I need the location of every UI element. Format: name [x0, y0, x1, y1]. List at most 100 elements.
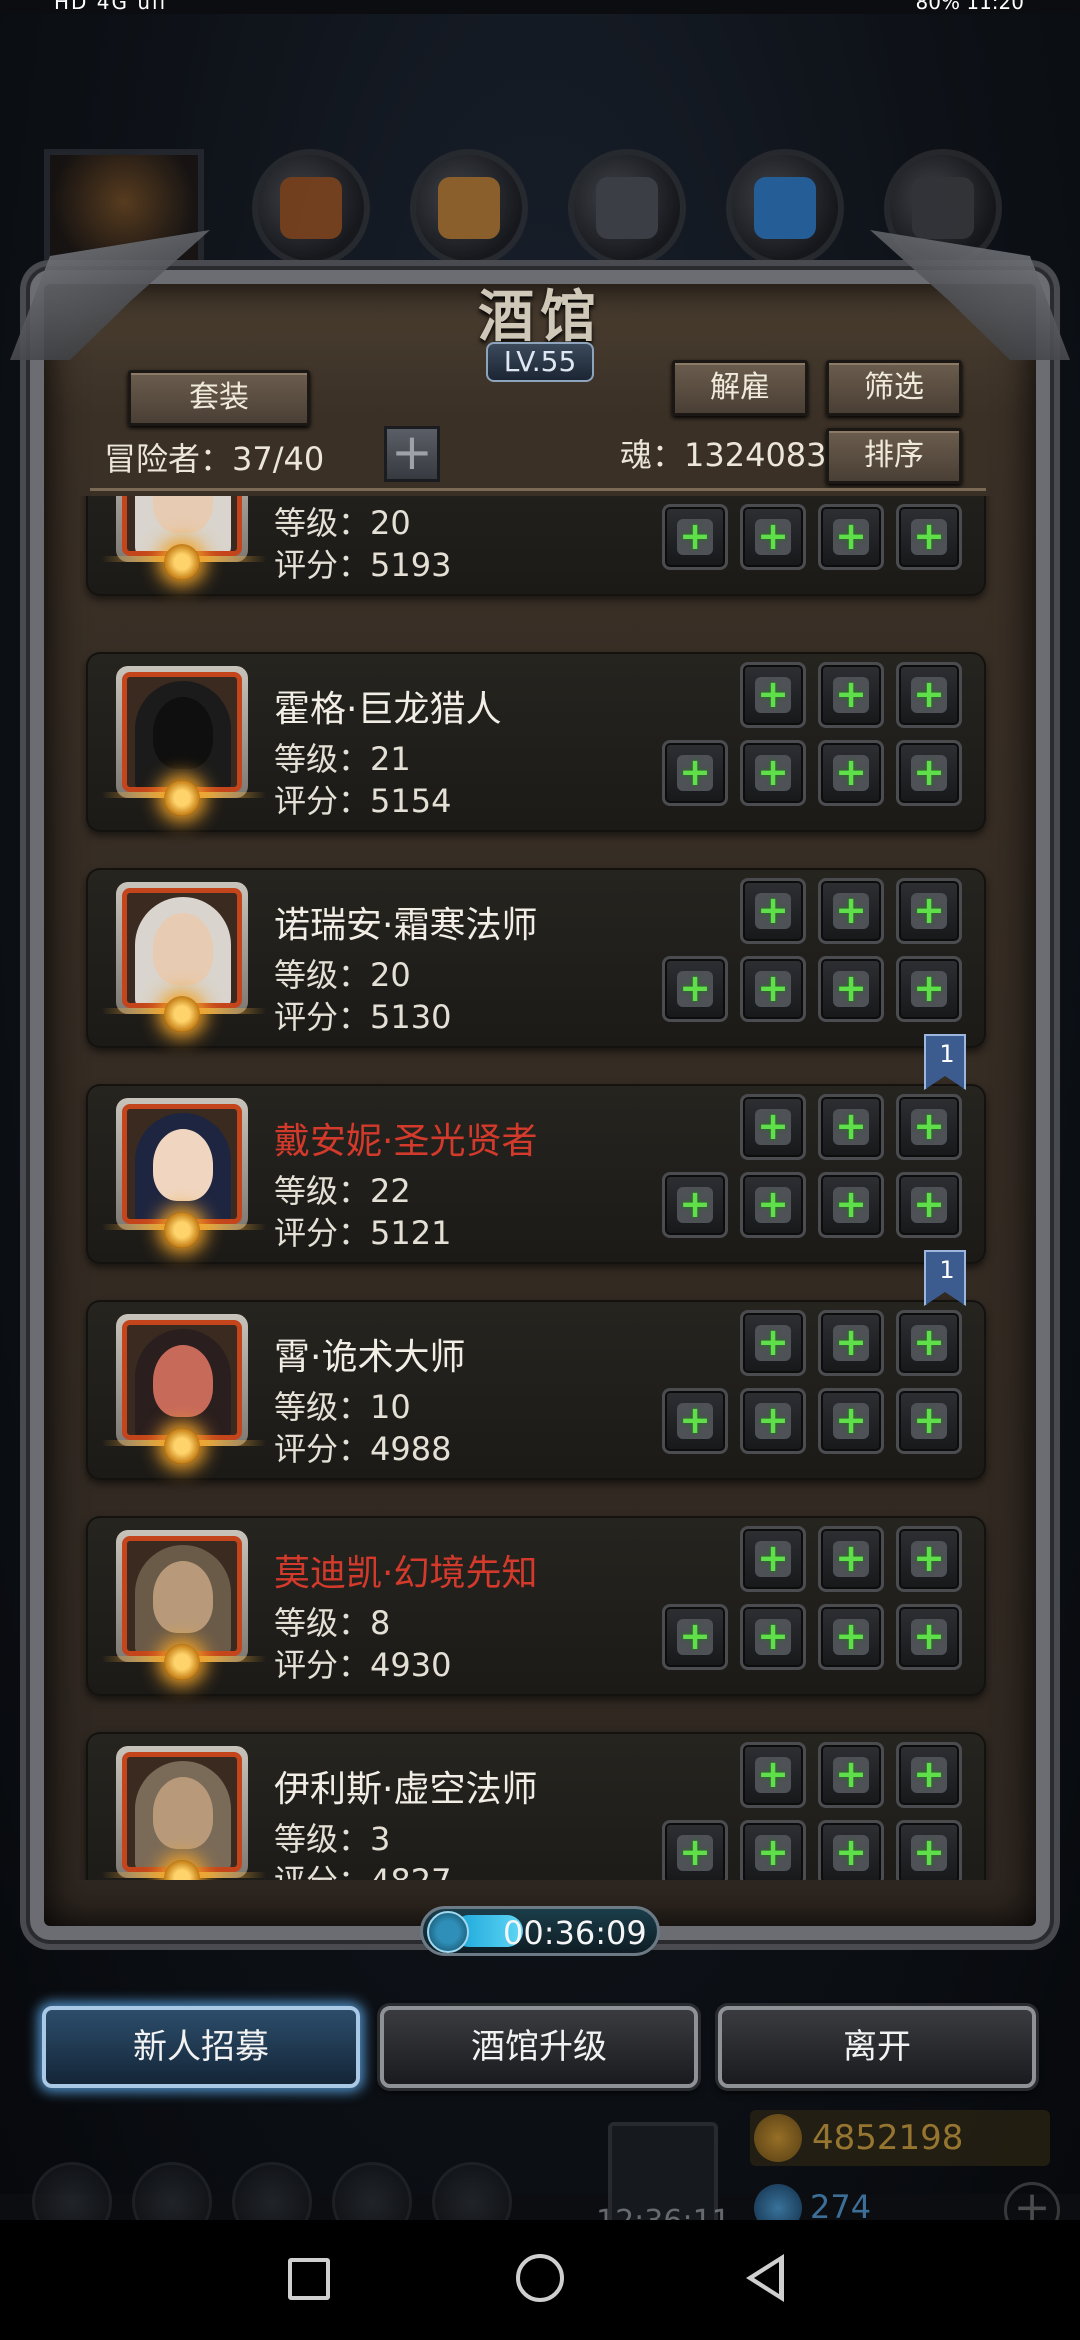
equipment-slot[interactable]: + [896, 956, 962, 1022]
hero-face [153, 913, 213, 985]
equipment-slot[interactable]: + [896, 878, 962, 944]
back-icon[interactable] [746, 2254, 784, 2302]
equipment-slot[interactable]: + [818, 1388, 884, 1454]
equipment-slot[interactable]: + [740, 662, 806, 728]
hero-portrait[interactable] [116, 1746, 248, 1878]
equipment-slot[interactable]: + [740, 1310, 806, 1376]
hero-portrait[interactable] [116, 882, 248, 1014]
equipment-slot[interactable]: + [740, 1172, 806, 1238]
equipment-slot[interactable]: + [896, 1820, 962, 1880]
add-equipment-icon: + [679, 514, 711, 558]
equipment-slot[interactable]: + [818, 878, 884, 944]
adventurer-count: 冒险者：37/40 [104, 440, 325, 478]
hero-portrait[interactable] [116, 1098, 248, 1230]
expand-capacity-button[interactable]: + [384, 426, 440, 482]
add-equipment-icon: + [835, 966, 867, 1010]
equipment-slot[interactable]: + [818, 1604, 884, 1670]
leave-button[interactable]: 离开 [718, 2006, 1036, 2088]
rank-emblem-icon [164, 1212, 200, 1248]
wing-ornament [102, 1440, 172, 1446]
equipment-slot[interactable]: + [896, 662, 962, 728]
hero-card[interactable]: 霄·诡术大师 等级：10 评分：4988 + + + + + + + [86, 1300, 986, 1480]
hero-portrait[interactable] [116, 1314, 248, 1446]
equipment-slot[interactable]: + [662, 1604, 728, 1670]
hero-face [153, 1345, 213, 1417]
equipment-slot[interactable]: + [740, 1820, 806, 1880]
equipment-slot[interactable]: + [662, 1820, 728, 1880]
equipment-slot[interactable]: + [818, 1094, 884, 1160]
equipment-slot[interactable]: + [740, 1094, 806, 1160]
tavern-upgrade-button[interactable]: 酒馆升级 [380, 2006, 698, 2088]
hero-score: 评分：4930 [274, 1646, 452, 1684]
add-equipment-icon: + [757, 1830, 789, 1874]
equipment-slot[interactable]: + [896, 1094, 962, 1160]
equipment-slot[interactable]: + [662, 1388, 728, 1454]
equipment-slot[interactable]: + [818, 1172, 884, 1238]
equipment-slot[interactable]: + [740, 504, 806, 570]
equipment-slot[interactable]: + [740, 878, 806, 944]
equipment-slot[interactable]: + [818, 1820, 884, 1880]
add-equipment-icon: + [679, 966, 711, 1010]
equipment-slot[interactable]: + [818, 504, 884, 570]
equipment-slot[interactable]: + [740, 1388, 806, 1454]
wing-ornament [196, 1656, 266, 1662]
equipment-slot[interactable]: + [740, 1604, 806, 1670]
rank-emblem-icon [164, 544, 200, 580]
hero-list[interactable]: ·寒冰·霜法师等级：20评分：5193+++++++ 霍格·巨龙猎人等级：21评分… [80, 496, 1000, 1880]
bookmark-count: 1 [939, 1040, 955, 1068]
recent-apps-icon[interactable] [288, 2258, 330, 2300]
soul-count: 魂：1324083 [620, 436, 827, 474]
add-equipment-icon: + [757, 1752, 789, 1796]
equipment-slot[interactable]: + [662, 504, 728, 570]
gold-coin-icon [754, 2114, 802, 2162]
equipment-slot[interactable]: + [740, 1526, 806, 1592]
outfit-button[interactable]: 套装 [128, 370, 310, 426]
equipment-slot[interactable]: + [896, 1172, 962, 1238]
equipment-slot[interactable]: + [896, 1526, 962, 1592]
clock-icon [427, 1911, 469, 1953]
wing-ornament [102, 1656, 172, 1662]
equipment-slot[interactable]: + [896, 1388, 962, 1454]
equipment-slot[interactable]: + [896, 1742, 962, 1808]
hero-card[interactable]: 莫迪凯·幻境先知 等级：8 评分：4930 + + + + + + + [86, 1516, 986, 1696]
equipment-slot[interactable]: + [896, 740, 962, 806]
add-equipment-icon: + [913, 1398, 945, 1442]
hero-card[interactable]: 诺瑞安·霜寒法师 等级：20 评分：5130 + + + + + + + [86, 868, 986, 1048]
sort-button[interactable]: 排序 [826, 428, 962, 484]
equipment-slot[interactable]: + [662, 1172, 728, 1238]
add-equipment-icon: + [757, 1182, 789, 1226]
hero-card[interactable]: 伊利斯·虚空法师等级：3评分：4827 + + + + + + + [86, 1732, 986, 1880]
hero-face [153, 1777, 213, 1849]
bookmark-badge: 1 [924, 1250, 966, 1306]
equipment-slot[interactable]: + [740, 1742, 806, 1808]
equipment-slot[interactable]: + [818, 662, 884, 728]
hero-card[interactable]: ·寒冰·霜法师等级：20评分：5193+++++++ [86, 496, 986, 596]
add-equipment-icon: + [835, 1104, 867, 1148]
recruit-timer: 00:36:09 [420, 1906, 660, 1956]
add-equipment-icon: + [835, 1182, 867, 1226]
equipment-slot[interactable]: + [818, 1526, 884, 1592]
equipment-slot[interactable]: + [818, 1310, 884, 1376]
hero-card[interactable]: 霍格·巨龙猎人 等级：21 评分：5154 + + + + + + + [86, 652, 986, 832]
hero-portrait[interactable] [116, 666, 248, 798]
equipment-slot[interactable]: + [740, 740, 806, 806]
recruit-button[interactable]: 新人招募 [42, 2006, 360, 2088]
equipment-slot[interactable]: + [740, 956, 806, 1022]
equipment-slot[interactable]: + [896, 504, 962, 570]
equipment-slot[interactable]: + [818, 1742, 884, 1808]
add-equipment-icon: + [835, 1752, 867, 1796]
filter-button[interactable]: 筛选 [826, 360, 962, 416]
equipment-slot[interactable]: + [896, 1604, 962, 1670]
wing-ornament [196, 1872, 266, 1878]
equipment-slot[interactable]: + [818, 956, 884, 1022]
home-icon[interactable] [516, 2254, 564, 2302]
equipment-slot[interactable]: + [662, 956, 728, 1022]
equipment-slot[interactable]: + [896, 1310, 962, 1376]
dismiss-button[interactable]: 解雇 [672, 360, 808, 416]
hero-portrait[interactable] [116, 1530, 248, 1662]
resource-slot-crystal [726, 149, 844, 267]
hero-card[interactable]: 戴安妮·圣光贤者 等级：22 评分：5121 + + + + + + + [86, 1084, 986, 1264]
equipment-slot[interactable]: + [818, 740, 884, 806]
equipment-slot[interactable]: + [662, 740, 728, 806]
hero-name: 霍格·巨龙猎人 [274, 689, 502, 730]
